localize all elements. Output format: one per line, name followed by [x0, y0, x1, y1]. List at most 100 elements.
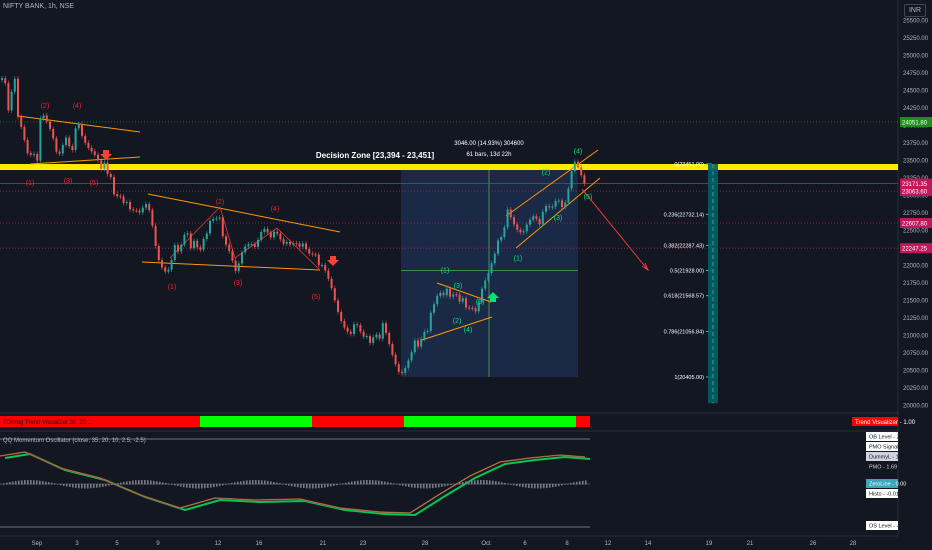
x-tick-label: 12: [215, 541, 222, 547]
histogram-bar: [459, 482, 461, 485]
candle-body: [500, 237, 503, 241]
histogram-bar: [453, 483, 455, 485]
sell-signal-arrow: [327, 256, 339, 266]
trend-segment: [312, 416, 404, 427]
x-tick-label: 28: [850, 541, 857, 547]
candle-body: [263, 228, 266, 233]
histogram-bar: [483, 480, 485, 485]
histogram-bar: [372, 480, 374, 485]
histogram-bar: [297, 484, 299, 488]
candle-body: [196, 240, 199, 248]
histogram-bar: [342, 483, 344, 485]
candle-body: [353, 324, 355, 334]
histogram-bar: [51, 482, 53, 485]
measure-text: 3046.00 (14.93%) 304600: [454, 141, 524, 147]
candle-body: [170, 259, 173, 270]
histogram-bar: [237, 481, 239, 485]
candle-body: [84, 135, 87, 143]
candle-body: [369, 336, 371, 344]
chart-canvas[interactable]: 20000.00 20250.00 20500.00 20750.00 21000.00…: [0, 0, 932, 550]
histogram-bar: [108, 484, 110, 486]
decision-zone-band: [0, 164, 898, 171]
x-tick-label: 5: [115, 541, 119, 547]
histogram-bar: [396, 484, 398, 485]
histogram-bar: [243, 480, 245, 485]
candle-body: [1, 78, 3, 81]
histogram-bar: [165, 482, 167, 485]
candle-body: [289, 242, 291, 245]
candle-body: [397, 364, 400, 372]
histogram-bar: [366, 480, 368, 485]
candle-body: [247, 244, 250, 247]
candle-body: [391, 344, 394, 355]
histogram-bar: [546, 484, 548, 489]
histogram-bar: [420, 484, 422, 489]
histogram-bar: [90, 484, 92, 489]
x-tick-label: 9: [156, 541, 160, 547]
histogram-bar: [264, 480, 266, 485]
histogram-bar: [444, 484, 446, 487]
histogram-bar: [324, 484, 326, 488]
histogram-bar: [246, 480, 248, 485]
histogram-bar: [378, 480, 380, 485]
candle-body: [529, 219, 531, 225]
candle-body: [209, 220, 211, 234]
candle-body: [189, 233, 192, 249]
histogram-bar: [417, 484, 419, 489]
histogram-bar: [471, 480, 473, 485]
histogram-bar: [555, 484, 557, 487]
histogram-bar: [120, 482, 122, 485]
candle-body: [205, 233, 208, 240]
histogram-bar: [162, 482, 164, 485]
currency-badge[interactable]: INR: [904, 4, 926, 17]
histogram-bar: [213, 484, 215, 488]
price-level-label: 24051.80: [902, 121, 928, 127]
wave-label: (2): [453, 318, 462, 325]
candle-body: [109, 173, 112, 178]
histogram-bar: [78, 484, 80, 489]
trend-channel-line: [29, 156, 141, 165]
y-tick-label: 23500.00: [903, 159, 929, 165]
histogram-bar: [375, 480, 377, 485]
histogram-bar: [57, 484, 59, 485]
histogram-bar: [36, 480, 38, 485]
histogram-bar: [330, 484, 332, 487]
histogram-bar: [27, 480, 29, 485]
candle-body: [250, 244, 253, 246]
histogram-bar: [54, 483, 56, 485]
candle-body: [93, 151, 96, 155]
wave-label: (1): [168, 284, 177, 291]
histogram-bar: [489, 480, 491, 485]
histogram-bar: [480, 480, 482, 485]
histogram-bar: [531, 484, 533, 489]
histogram-bar: [201, 484, 203, 489]
candle-body: [394, 354, 397, 365]
candle-body: [522, 231, 525, 233]
candle-body: [561, 200, 563, 208]
candle-body: [135, 210, 138, 212]
candle-body: [487, 273, 490, 281]
histogram-bar: [408, 484, 410, 488]
candle-body: [202, 239, 205, 250]
x-tick-label: 21: [320, 541, 327, 547]
candle-body: [221, 217, 224, 237]
candle-body: [378, 334, 381, 339]
candle-body: [439, 293, 442, 296]
oscillator-badge-text: PMO - 1.69: [869, 465, 897, 471]
candle-body: [404, 367, 407, 373]
histogram-bar: [69, 484, 71, 488]
candle-body: [301, 243, 304, 247]
histogram-bar: [63, 484, 65, 486]
price-level-label: 22607.80: [902, 221, 928, 227]
candle-body: [545, 206, 547, 212]
candle-body: [106, 162, 109, 174]
histogram-bar: [567, 483, 569, 485]
pmo-overlay: [0, 451, 586, 514]
histogram-bar: [540, 484, 542, 489]
decision-zone-label: Decision Zone [23,394 - 23,451]: [316, 151, 435, 160]
candle-body: [429, 312, 432, 331]
x-tick-label: 14: [645, 541, 652, 547]
candle-body: [167, 269, 170, 272]
candle-body: [87, 142, 90, 148]
histogram-bar: [192, 484, 194, 489]
